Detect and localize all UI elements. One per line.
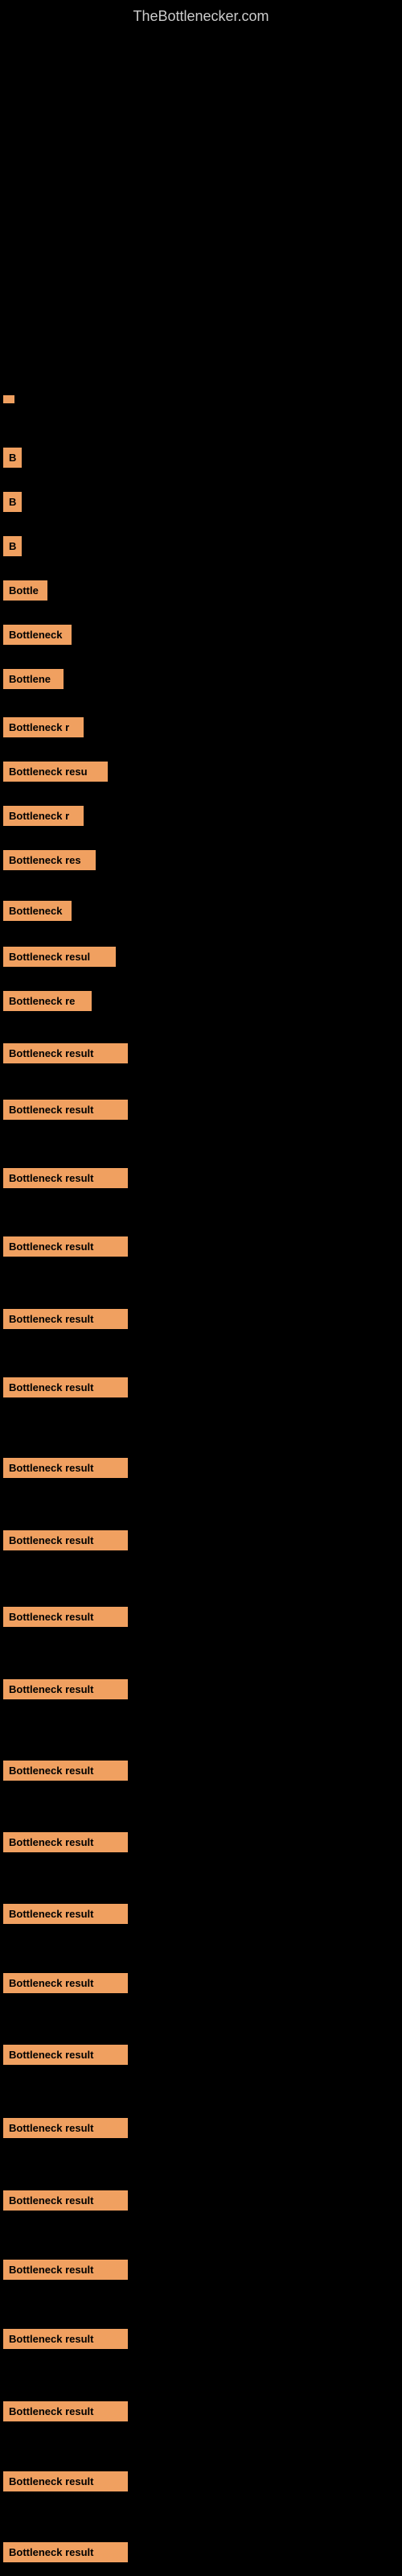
site-title: TheBottlenecker.com	[133, 8, 269, 24]
bottleneck-bar-26: Bottleneck result	[3, 1832, 128, 1852]
bottleneck-bar-20: Bottleneck result	[3, 1377, 128, 1397]
bottleneck-bar-23: Bottleneck result	[3, 1607, 128, 1627]
bottleneck-bar-15: Bottleneck result	[3, 1043, 128, 1063]
bottleneck-bar-29: Bottleneck result	[3, 2045, 128, 2065]
bottleneck-bar-31: Bottleneck result	[3, 2190, 128, 2211]
bottleneck-bar-30: Bottleneck result	[3, 2118, 128, 2138]
bottleneck-bar-8: Bottleneck r	[3, 717, 84, 737]
bottleneck-bar-5: Bottle	[3, 580, 47, 601]
bottleneck-bar-35: Bottleneck result	[3, 2471, 128, 2491]
bottleneck-bar-10: Bottleneck r	[3, 806, 84, 826]
bottleneck-bar-3: B	[3, 492, 22, 512]
bottleneck-bar-28: Bottleneck result	[3, 1973, 128, 1993]
site-title-container: TheBottlenecker.com	[0, 0, 402, 33]
bottleneck-bar-18: Bottleneck result	[3, 1236, 128, 1257]
bottleneck-bar-33: Bottleneck result	[3, 2329, 128, 2349]
bottleneck-bar-21: Bottleneck result	[3, 1458, 128, 1478]
bottleneck-bar-19: Bottleneck result	[3, 1309, 128, 1329]
bottleneck-bar-25: Bottleneck result	[3, 1761, 128, 1781]
bottleneck-bar-36: Bottleneck result	[3, 2542, 128, 2562]
bottleneck-bar-11: Bottleneck res	[3, 850, 96, 870]
bars-container: B B B Bottle Bottleneck Bottlene Bottleneck r B…	[0, 33, 402, 2569]
bottleneck-bar-34: Bottleneck result	[3, 2401, 128, 2421]
bottleneck-bar-1	[3, 395, 14, 403]
bottleneck-bar-17: Bottleneck result	[3, 1168, 128, 1188]
bottleneck-bar-22: Bottleneck result	[3, 1530, 128, 1550]
bottleneck-bar-6: Bottleneck	[3, 625, 72, 645]
bottleneck-bar-7: Bottlene	[3, 669, 64, 689]
bottleneck-bar-9: Bottleneck resu	[3, 762, 108, 782]
bottleneck-bar-32: Bottleneck result	[3, 2260, 128, 2280]
bottleneck-bar-24: Bottleneck result	[3, 1679, 128, 1699]
bottleneck-bar-4: B	[3, 536, 22, 556]
bottleneck-bar-14: Bottleneck re	[3, 991, 92, 1011]
bottleneck-bar-12: Bottleneck	[3, 901, 72, 921]
bottleneck-bar-13: Bottleneck resul	[3, 947, 116, 967]
bottleneck-bar-16: Bottleneck result	[3, 1100, 128, 1120]
bottleneck-bar-2: B	[3, 448, 22, 468]
bottleneck-bar-27: Bottleneck result	[3, 1904, 128, 1924]
